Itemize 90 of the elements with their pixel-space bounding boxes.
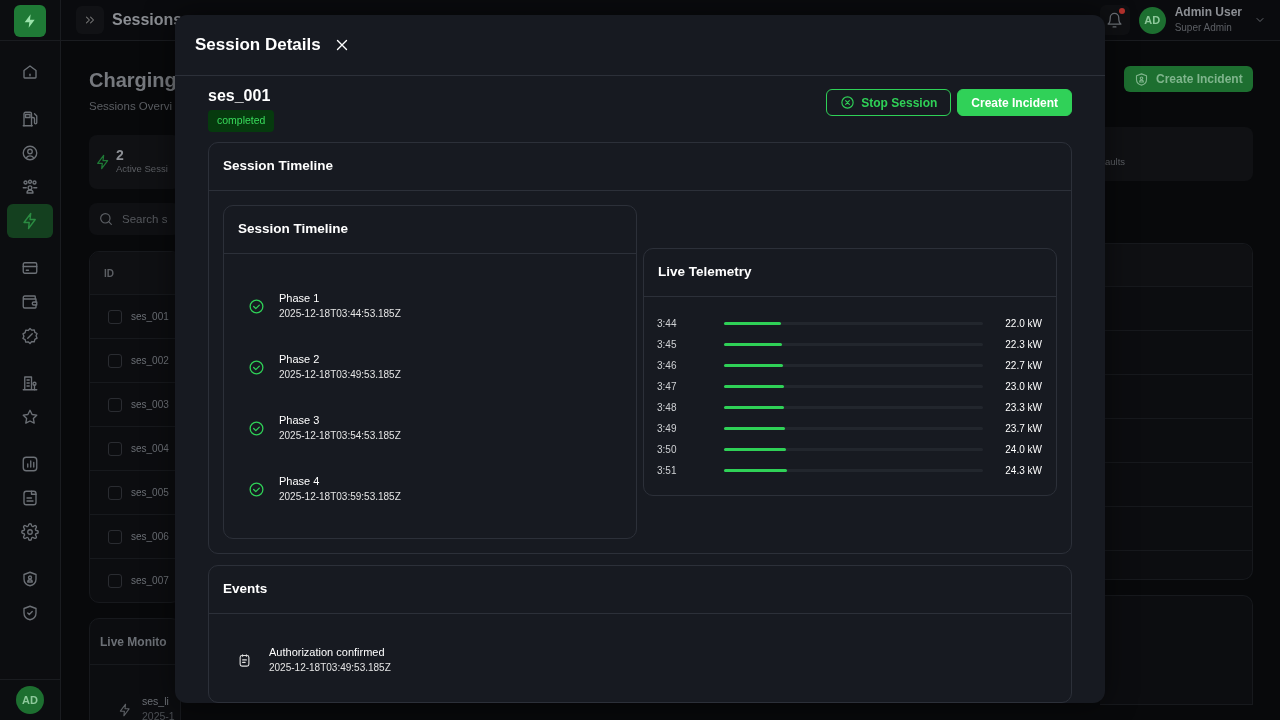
- session-id: ses_001: [208, 86, 272, 106]
- power-reading: 24.3 kW: [1004, 463, 1042, 478]
- session-id: ses_li: [142, 695, 170, 709]
- column-header: ID: [104, 266, 114, 281]
- x-circle-icon: [840, 95, 856, 110]
- user-name: Admin User: [1174, 5, 1242, 20]
- telemetry-time: 3:45: [657, 337, 678, 352]
- user-avatar[interactable]: AD: [1138, 6, 1166, 34]
- shield-user-icon: [1134, 71, 1149, 87]
- create-incident-button[interactable]: Create Incident: [957, 89, 1072, 116]
- power-reading: 22.0 kW: [1004, 316, 1042, 331]
- phase-time: 2025-12-18T03:54:53.185Z: [279, 428, 401, 443]
- table-cell-text: ses_005: [131, 486, 169, 501]
- card-title: Session Timeline: [223, 157, 334, 176]
- telemetry-time: 3:44: [657, 316, 678, 331]
- power-reading: 23.3 kW: [1004, 400, 1042, 415]
- credit-card-icon: [21, 259, 39, 277]
- bar-chart-icon: [21, 455, 39, 473]
- power-reading: 23.0 kW: [1004, 379, 1042, 394]
- search-icon: [98, 211, 114, 228]
- row-checkbox[interactable]: [108, 353, 122, 368]
- phase-time: 2025-12-18T03:49:53.185Z: [279, 367, 401, 382]
- table-cell-text: ses_003: [131, 398, 169, 413]
- bell-icon: [1106, 11, 1124, 29]
- card-title: Events: [223, 580, 268, 599]
- table-cell-text: ses_001: [131, 310, 169, 325]
- settings-icon: [21, 523, 39, 541]
- row-checkbox[interactable]: [108, 573, 122, 588]
- telemetry-time: 3:50: [657, 442, 678, 457]
- event-title: Authorization confirmed: [269, 645, 386, 660]
- stop-session-button[interactable]: Stop Session: [826, 89, 952, 116]
- sidebar-item[interactable]: [7, 204, 53, 238]
- home-icon: [21, 63, 39, 81]
- user-circle-icon: [21, 144, 39, 162]
- notifications-button[interactable]: [1099, 5, 1130, 35]
- stat-label: Active Sessi: [116, 162, 168, 177]
- phase-name: Phase 2: [279, 352, 321, 367]
- clipboard-icon: [237, 652, 252, 668]
- card-title: Session Timeline: [238, 220, 349, 239]
- double-chevron-icon: [83, 13, 97, 27]
- table-cell-text: ses_006: [131, 530, 169, 545]
- lightning-icon: [118, 702, 132, 717]
- row-checkbox[interactable]: [108, 397, 122, 412]
- power-reading: 22.7 kW: [1004, 358, 1042, 373]
- card-title: Live Telemetry: [658, 263, 752, 282]
- expand-sidebar-button[interactable]: [76, 6, 104, 34]
- star-icon: [21, 408, 39, 426]
- phase-name: Phase 3: [279, 413, 321, 428]
- shield-user-icon: [21, 570, 39, 588]
- people-icon: [21, 178, 39, 196]
- telemetry-time: 3:51: [657, 463, 678, 478]
- table-cell-text: ses_004: [131, 442, 169, 457]
- fuel-pump-icon: [21, 110, 39, 128]
- row-checkbox[interactable]: [108, 309, 122, 324]
- power-reading: 22.3 kW: [1004, 337, 1042, 352]
- building-icon: [21, 374, 39, 392]
- stat-value: 2: [116, 148, 125, 163]
- user-role: Super Admin: [1174, 20, 1233, 35]
- phase-name: Phase 4: [279, 474, 321, 489]
- row-checkbox[interactable]: [108, 441, 122, 456]
- telemetry-time: 3:46: [657, 358, 678, 373]
- row-checkbox[interactable]: [108, 529, 122, 544]
- lightning-icon: [95, 154, 111, 171]
- table-cell-text: ses_002: [131, 354, 169, 369]
- shield-check-icon: [21, 604, 39, 622]
- phase-name: Phase 1: [279, 291, 321, 306]
- document-icon: [21, 489, 39, 507]
- percent-badge-icon: [21, 327, 39, 345]
- stat-label: aults: [1104, 154, 1126, 169]
- wallet-icon: [21, 293, 39, 311]
- row-checkbox[interactable]: [108, 485, 122, 500]
- session-time: 2025-1: [142, 708, 175, 720]
- power-reading: 23.7 kW: [1004, 421, 1042, 436]
- phase-time: 2025-12-18T03:44:53.185Z: [279, 306, 401, 321]
- phase-time: 2025-12-18T03:59:53.185Z: [279, 489, 401, 504]
- page-subtitle: Sessions Overvi: [89, 99, 174, 114]
- telemetry-time: 3:47: [657, 379, 678, 394]
- status-tag: completed: [208, 110, 275, 132]
- lightning-icon: [21, 212, 39, 230]
- create-incident-button[interactable]: Create Incident: [1124, 66, 1253, 92]
- table-cell-text: ses_007: [131, 574, 169, 589]
- user-avatar[interactable]: AD: [16, 686, 44, 714]
- app-logo[interactable]: [14, 5, 46, 37]
- power-reading: 24.0 kW: [1004, 442, 1042, 457]
- telemetry-time: 3:48: [657, 400, 678, 415]
- telemetry-time: 3:49: [657, 421, 678, 436]
- card-title: Live Monito: [100, 633, 167, 651]
- event-time: 2025-12-18T03:49:53.185Z: [269, 660, 391, 675]
- page-title: Charging: [89, 68, 178, 93]
- dialog-title: Session Details: [195, 34, 321, 56]
